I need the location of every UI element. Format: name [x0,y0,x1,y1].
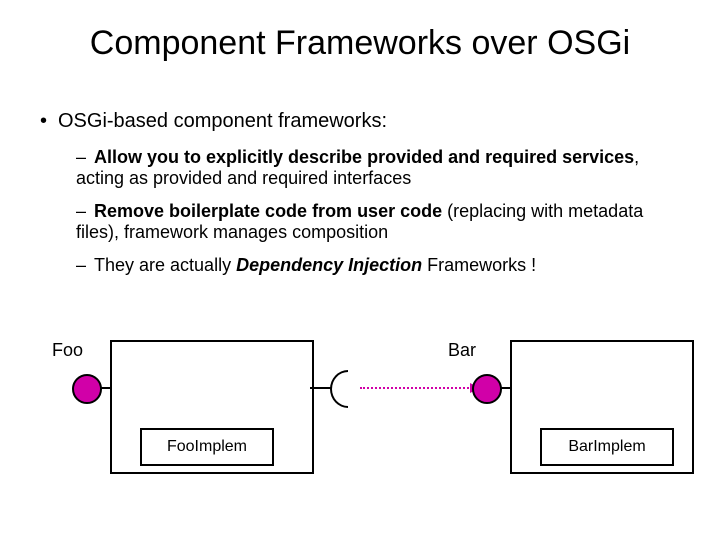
bullet-level2: –Allow you to explicitly describe provid… [76,147,680,189]
foo-label: Foo [52,340,83,361]
bar-provided-port-icon [472,374,502,404]
bar-impl-box: BarImplem [540,428,674,466]
foo-impl-box: FooImplem [140,428,274,466]
foo-req-stick [310,387,332,389]
bullet-level2: –Remove boilerplate code from user code … [76,201,680,243]
foo-provided-port-icon [72,374,102,404]
slide-body: •OSGi-based component frameworks: –Allow… [40,110,680,288]
bullet-level2: –They are actually Dependency Injection … [76,255,680,276]
diagram: Foo FooImplem Bar BarImplem [40,340,680,500]
slide: Component Frameworks over OSGi •OSGi-bas… [0,0,720,540]
dash-icon: – [76,147,94,168]
bullet-level1: •OSGi-based component frameworks: [40,110,680,133]
dash-icon: – [76,201,94,222]
bar-label: Bar [448,340,476,361]
dash-icon: – [76,255,94,276]
slide-title: Component Frameworks over OSGi [0,24,720,63]
bar-impl-label: BarImplem [568,438,645,456]
bullet-dot-icon: • [40,110,58,133]
bullet-text: OSGi-based component frameworks: [58,110,387,132]
foo-impl-label: FooImplem [167,438,247,456]
